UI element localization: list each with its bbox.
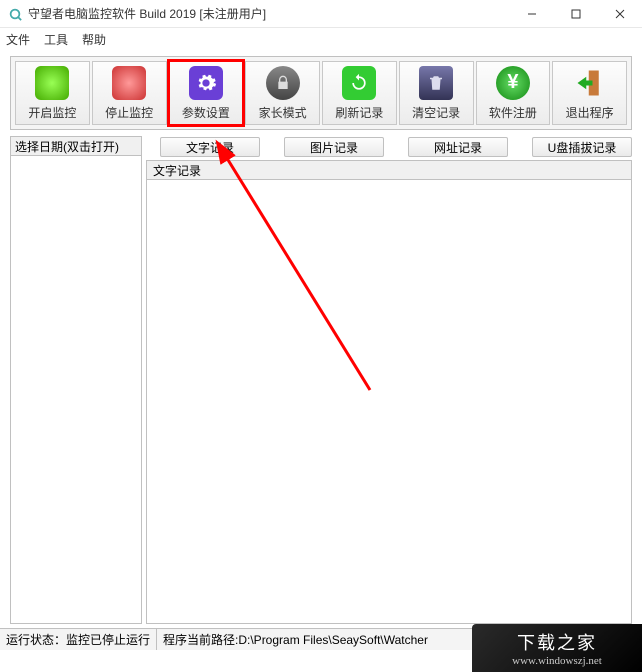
tab-image-records[interactable]: 图片记录 bbox=[284, 137, 384, 157]
menu-help[interactable]: 帮助 bbox=[82, 31, 106, 48]
lock-icon bbox=[266, 66, 300, 100]
close-button[interactable] bbox=[598, 0, 642, 28]
maximize-button[interactable] bbox=[554, 0, 598, 28]
date-list[interactable] bbox=[10, 156, 142, 624]
date-panel: 选择日期(双击打开) bbox=[10, 136, 142, 624]
refresh-icon bbox=[342, 66, 376, 100]
menu-tools[interactable]: 工具 bbox=[44, 31, 68, 48]
toolbar: 开启监控 停止监控 参数设置 家长模式 刷新记录 bbox=[10, 56, 632, 130]
stop-monitor-button[interactable]: 停止监控 bbox=[92, 61, 167, 125]
tab-url-records[interactable]: 网址记录 bbox=[408, 137, 508, 157]
records-subheader: 文字记录 bbox=[146, 160, 632, 180]
tab-usb-records[interactable]: U盘插拔记录 bbox=[532, 137, 632, 157]
refresh-button[interactable]: 刷新记录 bbox=[322, 61, 397, 125]
toolbar-container: 开启监控 停止监控 参数设置 家长模式 刷新记录 bbox=[0, 50, 642, 136]
status-path: 程序当前路径:D:\Program Files\SeaySoft\Watcher bbox=[157, 631, 434, 648]
tab-text-records[interactable]: 文字记录 bbox=[160, 137, 260, 157]
menu-file[interactable]: 文件 bbox=[6, 31, 30, 48]
content-area: 选择日期(双击打开) 文字记录 图片记录 网址记录 U盘插拔记录 文字记录 bbox=[0, 136, 642, 624]
menubar: 文件 工具 帮助 bbox=[0, 28, 642, 50]
records-panel: 文字记录 图片记录 网址记录 U盘插拔记录 文字记录 bbox=[146, 136, 632, 624]
trash-icon bbox=[419, 66, 453, 100]
parent-mode-button[interactable]: 家长模式 bbox=[245, 61, 320, 125]
settings-button[interactable]: 参数设置 bbox=[169, 61, 244, 125]
tab-row: 文字记录 图片记录 网址记录 U盘插拔记录 bbox=[146, 136, 632, 158]
status-run-state: 运行状态：监控已停止运行 bbox=[0, 629, 157, 650]
yen-icon: ¥ bbox=[496, 66, 530, 100]
window-title: 守望者电脑监控软件 Build 2019 [未注册用户] bbox=[28, 5, 266, 22]
stop-icon bbox=[112, 66, 146, 100]
start-icon bbox=[35, 66, 69, 100]
exit-icon bbox=[573, 66, 607, 100]
minimize-button[interactable] bbox=[510, 0, 554, 28]
watermark-text: 下载之家 bbox=[517, 629, 597, 655]
clear-button[interactable]: 清空记录 bbox=[399, 61, 474, 125]
gear-icon bbox=[189, 66, 223, 100]
watermark: 下载之家 www.windowszj.net bbox=[472, 624, 642, 672]
date-panel-header: 选择日期(双击打开) bbox=[10, 136, 142, 156]
window-controls bbox=[510, 0, 642, 28]
register-button[interactable]: ¥ 软件注册 bbox=[476, 61, 551, 125]
app-icon bbox=[8, 7, 22, 21]
exit-button[interactable]: 退出程序 bbox=[552, 61, 627, 125]
titlebar: 守望者电脑监控软件 Build 2019 [未注册用户] bbox=[0, 0, 642, 28]
watermark-url: www.windowszj.net bbox=[512, 655, 602, 667]
start-monitor-button[interactable]: 开启监控 bbox=[15, 61, 90, 125]
records-list[interactable] bbox=[146, 180, 632, 624]
